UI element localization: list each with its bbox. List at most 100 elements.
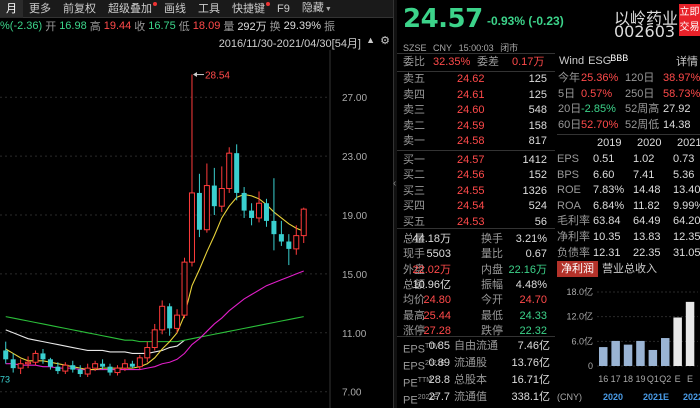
divider <box>557 134 700 135</box>
candle-body <box>271 220 277 235</box>
fin-tab[interactable]: 净利润 <box>557 261 598 277</box>
mini-bar <box>599 347 608 366</box>
ask-volume: 125 <box>528 88 547 101</box>
candle-body <box>241 192 247 211</box>
stat-label: 量比 <box>481 248 503 261</box>
fin-row: 负债率 12.31 22.35 31.05 <box>557 246 700 261</box>
toolbar-item[interactable]: 画线 <box>158 0 192 18</box>
mini-y-label: 6.0亿 <box>571 335 593 346</box>
trade-now-button[interactable]: 立即 交易 <box>679 4 700 36</box>
notification-dot-icon <box>266 1 270 6</box>
last-price: 24.57 <box>403 4 483 34</box>
stat-row: 总额 10.96亿 振幅 4.48% <box>397 278 555 293</box>
candle-body <box>263 203 269 221</box>
bid-row: 买四 24.54 524 <box>397 199 555 214</box>
fin-value: 0.51 <box>593 153 615 165</box>
mini-bar <box>673 317 682 366</box>
candle-body <box>10 359 16 369</box>
toolbar-item[interactable]: 更多 <box>23 0 57 18</box>
y-tick-label: 23.00 <box>342 152 367 163</box>
stat-label: 振幅 <box>481 278 503 291</box>
stat-value: 22.16万 <box>508 263 547 276</box>
fin-row: 净利率 10.35 13.83 12.35 <box>557 230 700 245</box>
stat-value: 24.33 <box>519 309 547 322</box>
candle-body <box>62 364 69 372</box>
stat-label: 均价 <box>403 294 425 307</box>
kline-chart[interactable]: 27.00 23.00 19.00 15.00 11.00 7.00 28.54 73 <box>0 50 393 408</box>
stat-value: 4.48% <box>515 278 547 291</box>
fin-label: BPS <box>557 168 580 181</box>
chevron-up-icon[interactable]: ▲ <box>366 35 375 45</box>
mini-x-label: E <box>687 374 693 384</box>
ma-magenta-line <box>5 270 304 371</box>
candle-body <box>25 361 32 365</box>
bid-label: 买一 <box>403 154 425 166</box>
date-range: 2016/11/30-2021/04/30[54月] <box>218 38 361 50</box>
max-arrow-head <box>192 72 197 78</box>
fin-label: 净利率 <box>557 231 590 243</box>
ask-price: 24.62 <box>457 73 485 85</box>
bid-price: 24.56 <box>457 169 485 182</box>
candle-body <box>300 208 307 237</box>
ask-label: 卖五 <box>403 73 425 85</box>
kline-svg: 27.00 23.00 19.00 15.00 11.00 7.00 28.54 73 <box>0 50 367 408</box>
kline-info-bar: %(-2.36) 开 16.98 高 19.44 收 16.75 低 18.09 量 29… <box>0 20 335 33</box>
candle-body <box>196 192 202 230</box>
stat-value: 24.70 <box>519 294 547 307</box>
mini-x-label: Q1 <box>647 374 659 384</box>
stat-label: 换手 <box>481 233 503 245</box>
candle-body <box>136 357 143 368</box>
toolbar-item[interactable]: 前复权 <box>57 0 102 18</box>
divider <box>397 150 555 151</box>
stat-label: 内盘 <box>481 263 503 276</box>
candle-body <box>174 314 181 329</box>
fundamental-value: 7.46亿 <box>517 340 550 352</box>
toolbar-item[interactable]: F9 <box>271 0 296 18</box>
mini-year-label: 2022E <box>683 392 700 402</box>
fin-label: 毛利率 <box>557 215 590 228</box>
chevron-left-icon[interactable]: ‹ <box>393 178 396 189</box>
candle-body <box>114 367 121 374</box>
toolbar-item[interactable]: 超级叠加 <box>102 0 158 18</box>
stock-code: 002603 <box>614 22 676 41</box>
bid-row: 买二 24.56 152 <box>397 168 555 183</box>
settings-icon[interactable]: ⚙ <box>380 34 390 47</box>
toolbar-item[interactable]: 工具 <box>192 0 226 18</box>
bid-volume: 524 <box>528 200 547 213</box>
toolbar-item[interactable]: 快捷键 <box>226 0 271 18</box>
wind-link[interactable]: Wind <box>559 55 584 67</box>
fin-label: ROE <box>557 184 581 197</box>
period-value: 14.38 <box>663 118 691 131</box>
candle-body <box>129 363 135 367</box>
fin-value: 63.84 <box>593 215 621 228</box>
fin-value: 64.20 <box>673 215 700 228</box>
fundamental-label: 总股本 <box>454 374 487 386</box>
mini-bar <box>661 338 670 366</box>
toolbar-item[interactable]: 隐藏▼ <box>296 0 338 19</box>
detail-link[interactable]: 详情 <box>676 53 698 69</box>
y-tick-label: 15.00 <box>342 270 367 281</box>
fin-tab[interactable]: 营业总收入 <box>598 261 661 277</box>
stat-value: 0.67 <box>525 248 547 261</box>
fin-row: BPS 6.60 7.41 5.36 <box>557 168 700 183</box>
y-tick-label: 19.00 <box>342 211 367 222</box>
mini-bar <box>623 344 633 366</box>
fin-value: 12.31 <box>593 246 621 259</box>
fin-label: EPS <box>557 153 580 165</box>
fin-value: 13.40 <box>673 184 700 197</box>
stat-row: 现手 5503 量比 0.67 <box>397 247 555 262</box>
fin-header: 2019 2020 2021 <box>557 136 700 151</box>
y-tick-label: 11.00 <box>342 329 367 340</box>
fundamental-value: 13.76亿 <box>511 357 550 369</box>
period-label: 120日 <box>625 72 655 84</box>
fundamental-row: PETTM 28.8 总股本 16.71亿 <box>397 373 555 390</box>
stat-label: 现手 <box>403 248 425 261</box>
esg-link[interactable]: ESG <box>588 55 611 67</box>
candle-body <box>234 153 240 193</box>
period-row: 今年 25.36% 120日 38.97% <box>557 71 700 86</box>
fin-value: 22.35 <box>633 246 661 259</box>
mini-x-label: 17 <box>611 374 621 384</box>
period-row: 60日 52.70% 52周低 14.38 <box>557 118 700 133</box>
fundamental-value: 27.7 <box>428 391 450 403</box>
toolbar-item[interactable]: 月 <box>0 0 23 18</box>
